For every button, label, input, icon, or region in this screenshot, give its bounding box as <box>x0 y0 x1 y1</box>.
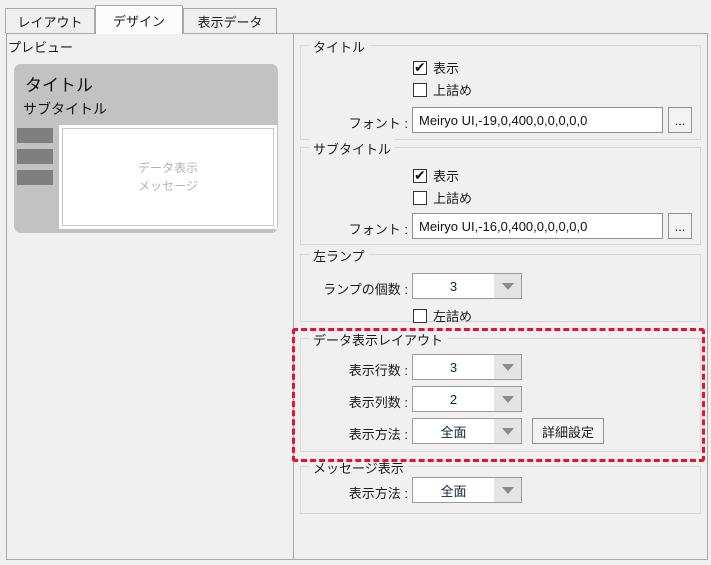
dropdown-arrow-icon <box>501 427 514 435</box>
subtitle-font-input[interactable] <box>412 213 663 239</box>
display-rows-dropdown[interactable]: 3 <box>412 354 522 380</box>
label-display-rows: 表示行数 : <box>348 363 408 378</box>
dropdown-arrow-icon <box>501 486 514 494</box>
preview-data-message: データ表示 メッセージ <box>137 161 198 193</box>
dropdown-button[interactable] <box>494 478 521 502</box>
checkbox-unchecked-icon <box>413 308 427 323</box>
label-message-method: 表示方法 : <box>348 486 408 501</box>
dropdown-arrow-icon <box>501 395 514 403</box>
group-left-lamp-legend: 左ランプ <box>309 246 369 265</box>
tab-layout-label: レイアウト <box>17 14 83 30</box>
checkbox-title-show[interactable]: 表示 <box>413 58 459 77</box>
preview-caption: プレビュー <box>8 40 74 55</box>
lamp-indicator <box>17 128 53 143</box>
dropdown-arrow-icon <box>501 363 514 371</box>
tab-design[interactable]: デザイン <box>95 5 183 34</box>
label-display-method: 表示方法 : <box>348 427 408 442</box>
checkbox-lamp-left-align[interactable]: 左詰め <box>413 306 472 325</box>
label-display-cols: 表示列数 : <box>348 395 408 410</box>
display-cols-dropdown[interactable]: 2 <box>412 386 522 412</box>
dropdown-button[interactable] <box>494 274 521 298</box>
subtitle-font-browse-button[interactable]: ... <box>668 213 692 239</box>
panel-divider <box>293 34 294 559</box>
dropdown-button[interactable] <box>494 387 521 411</box>
lamp-indicator <box>17 170 53 185</box>
ellipsis-icon: ... <box>674 112 686 128</box>
dropdown-button[interactable] <box>494 355 521 379</box>
checkbox-title-top-align[interactable]: 上詰め <box>413 80 472 99</box>
tab-display-data-label: 表示データ <box>197 14 263 30</box>
group-title-legend: タイトル <box>309 37 370 56</box>
dropdown-button[interactable] <box>494 419 521 443</box>
label-lamp-count: ランプの個数 : <box>323 282 408 297</box>
tab-display-data[interactable]: 表示データ <box>183 8 277 33</box>
group-message-display-legend: メッセージ表示 <box>309 458 408 477</box>
checkbox-subtitle-show[interactable]: 表示 <box>413 166 459 185</box>
group-subtitle-legend: サブタイトル <box>309 139 396 158</box>
tab-layout[interactable]: レイアウト <box>5 8 95 33</box>
preview-title: タイトル <box>25 76 93 95</box>
checkbox-unchecked-icon <box>413 82 427 97</box>
checkbox-unchecked-icon <box>413 190 427 205</box>
checkbox-checked-icon <box>413 59 427 76</box>
label-title-font: フォント : <box>348 116 408 131</box>
display-method-dropdown[interactable]: 全面 <box>412 418 522 444</box>
preview-subtitle: サブタイトル <box>23 101 107 117</box>
title-font-input[interactable] <box>412 107 663 133</box>
dropdown-arrow-icon <box>501 282 514 290</box>
lamp-indicator <box>17 149 53 164</box>
ellipsis-icon: ... <box>674 218 686 234</box>
preview-panel: タイトル サブタイトル データ表示 メッセージ <box>14 64 278 233</box>
group-data-layout-legend: データ表示レイアウト <box>309 330 448 349</box>
lamp-count-dropdown[interactable]: 3 <box>412 273 522 299</box>
detail-settings-button[interactable]: 詳細設定 <box>532 418 604 444</box>
preview-data-area: データ表示 メッセージ <box>62 128 274 226</box>
label-subtitle-font: フォント : <box>348 222 408 237</box>
checkbox-subtitle-top-align[interactable]: 上詰め <box>413 188 472 207</box>
tab-design-label: デザイン <box>112 13 165 29</box>
message-method-dropdown[interactable]: 全面 <box>412 477 522 503</box>
checkbox-checked-icon <box>413 167 427 184</box>
title-font-browse-button[interactable]: ... <box>668 107 692 133</box>
